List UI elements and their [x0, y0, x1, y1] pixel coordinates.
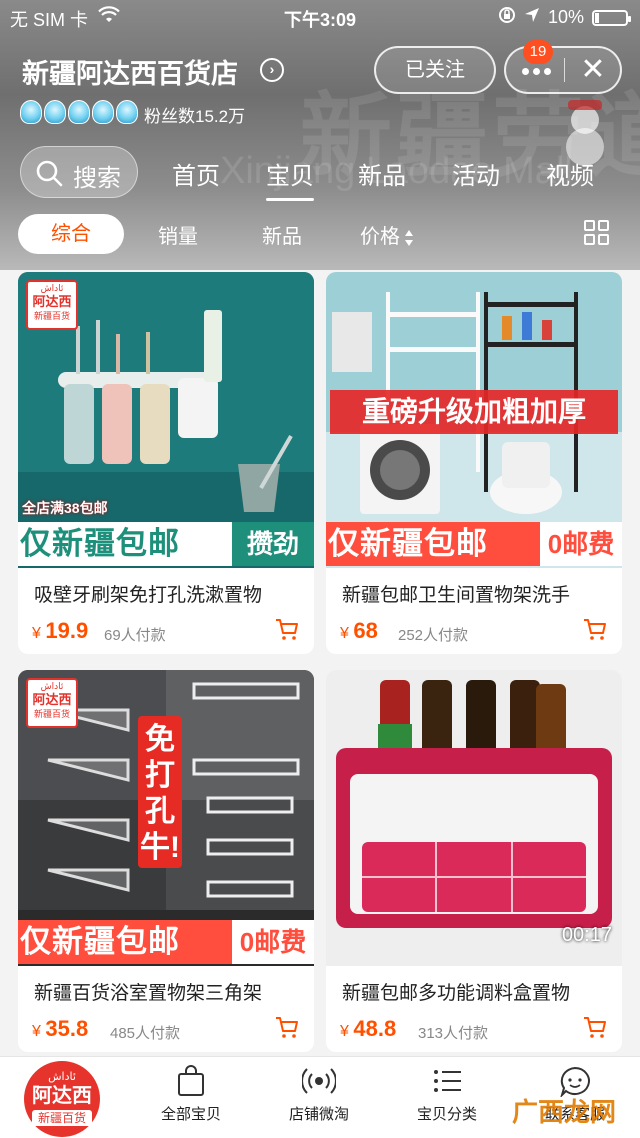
rotation-lock-icon	[498, 6, 516, 29]
close-icon[interactable]: ✕	[568, 50, 618, 90]
filter-price[interactable]: 价格	[360, 220, 414, 249]
product-card[interactable]: 重磅升级加粗加厚 仅新疆包邮 0邮费 新疆包邮卫生间置物架洗手 ¥ 68 252…	[326, 272, 622, 654]
notification-badge: 19	[523, 40, 553, 64]
tab-video[interactable]: 视频	[546, 156, 594, 191]
crown-icon	[44, 100, 66, 124]
tab-activity[interactable]: 活动	[452, 156, 500, 191]
search-icon	[36, 160, 63, 187]
product-image: 重磅升级加粗加厚 仅新疆包邮 0邮费	[326, 272, 622, 568]
search-button[interactable]: 搜索	[20, 146, 138, 198]
crown-level	[20, 100, 138, 124]
product-title: 新疆包邮卫生间置物架洗手	[342, 585, 571, 606]
list-icon	[434, 1070, 461, 1092]
product-image: 00:17	[326, 670, 622, 966]
battery-percent: 10%	[547, 7, 584, 27]
product-title: 吸壁牙刷架免打孔洗漱置物	[34, 585, 263, 606]
follow-button[interactable]: 已关注	[374, 46, 496, 94]
video-duration: 00:17	[561, 924, 612, 946]
promo-banner-left: 仅新疆包邮	[18, 920, 232, 964]
add-to-cart-icon[interactable]	[274, 1014, 300, 1040]
product-price: ¥ 35.8	[32, 1016, 89, 1041]
feature-sticker: 免打孔牛!	[138, 716, 182, 868]
sold-count: 69人付款	[104, 627, 166, 644]
search-label: 搜索	[73, 165, 121, 192]
store-logo[interactable]: ئاداش 阿达西 新疆百货	[24, 1061, 100, 1137]
sold-count: 313人付款	[418, 1025, 489, 1042]
nav-store-feed[interactable]: 店铺微淘	[264, 1065, 374, 1124]
promo-banner-right: 0邮费	[540, 522, 622, 566]
nav-label: 全部宝贝	[160, 1106, 221, 1123]
promo-banner: 仅新疆包邮 0邮费	[18, 920, 314, 964]
battery-icon	[592, 9, 631, 26]
tab-new[interactable]: 新品	[358, 156, 406, 191]
crown-icon	[20, 100, 42, 124]
product-card[interactable]: 00:17 新疆包邮多功能调料盒置物 ¥ 48.8 313人付款	[326, 670, 622, 1052]
product-title: 新疆百货浴室置物架三角架	[34, 983, 263, 1004]
promo-banner-right: 0邮费	[232, 920, 314, 964]
promo-banner-left: 仅新疆包邮	[326, 522, 540, 566]
crown-icon	[116, 100, 138, 124]
filter-sales[interactable]: 销量	[158, 220, 198, 249]
product-price: ¥ 68	[340, 618, 378, 643]
filter-price-label: 价格	[360, 226, 400, 248]
store-logo-stamp: ئاداش 阿达西 新疆百货	[26, 280, 78, 330]
tab-items[interactable]: 宝贝	[266, 156, 314, 201]
store-tabs: 首页 宝贝 新品 活动 视频	[150, 156, 630, 206]
promo-banner: 仅新疆包邮 0邮费	[326, 522, 622, 566]
store-header: 新疆劳道商城 Xinjiang Laodao Mall 无 SIM 卡 下午3:…	[0, 0, 640, 270]
grid-view-icon[interactable]	[584, 220, 610, 246]
product-price: ¥ 48.8	[340, 1016, 397, 1041]
sold-count: 485人付款	[110, 1025, 181, 1042]
add-to-cart-icon[interactable]	[582, 1014, 608, 1040]
crown-icon	[68, 100, 90, 124]
product-headline: 重磅升级加粗加厚	[330, 390, 618, 434]
store-logo-stamp: ئاداش 阿达西 新疆百货	[26, 678, 78, 728]
capsule-controls: ✕	[504, 46, 622, 94]
nav-label: 宝贝分类	[416, 1106, 477, 1123]
add-to-cart-icon[interactable]	[582, 616, 608, 642]
add-to-cart-icon[interactable]	[274, 616, 300, 642]
bag-icon	[178, 1065, 204, 1096]
product-price: ¥ 19.9	[32, 618, 89, 643]
filter-comprehensive[interactable]: 综合	[18, 214, 124, 254]
product-card[interactable]: ئاداش 阿达西 新疆百货 免打孔牛! 仅新疆包邮 0邮费 新疆百货浴室置物架…	[18, 670, 314, 1052]
tab-home[interactable]: 首页	[172, 156, 220, 191]
nav-all-items[interactable]: 全部宝贝	[136, 1065, 246, 1124]
location-icon	[524, 7, 540, 28]
sort-icon	[404, 229, 414, 246]
corner-watermark: 广西龙网	[512, 1097, 617, 1127]
promo-banner: 仅新疆包邮 攒劲	[18, 522, 314, 566]
nav-categories[interactable]: 宝贝分类	[392, 1065, 502, 1124]
nav-label: 店铺微淘	[288, 1106, 349, 1123]
product-image: ئاداش 阿达西 新疆百货 全店满38包邮 仅新疆包邮 攒劲	[18, 272, 314, 568]
filter-bar: 综合 销量 新品 价格	[0, 208, 640, 258]
promo-banner-right: 攒劲	[232, 522, 314, 566]
fans-count: 粉丝数15.2万	[144, 107, 246, 126]
store-name[interactable]: 新疆阿达西百货店	[22, 52, 238, 91]
crown-icon	[92, 100, 114, 124]
product-image: ئاداش 阿达西 新疆百货 免打孔牛! 仅新疆包邮 0邮费	[18, 670, 314, 966]
sold-count: 252人付款	[398, 627, 469, 644]
promo-banner-left: 仅新疆包邮	[18, 522, 232, 566]
filter-new[interactable]: 新品	[262, 220, 302, 249]
product-card[interactable]: ئاداش 阿达西 新疆百货 全店满38包邮 仅新疆包邮 攒劲 吸壁牙刷架免打孔…	[18, 272, 314, 654]
broadcast-icon	[302, 1068, 336, 1094]
status-bar: 无 SIM 卡 下午3:09 10%	[0, 0, 640, 34]
promo-tag: 全店满38包邮	[22, 500, 108, 516]
chevron-right-icon[interactable]: ›	[260, 58, 284, 82]
product-title: 新疆包邮多功能调料盒置物	[342, 983, 571, 1004]
